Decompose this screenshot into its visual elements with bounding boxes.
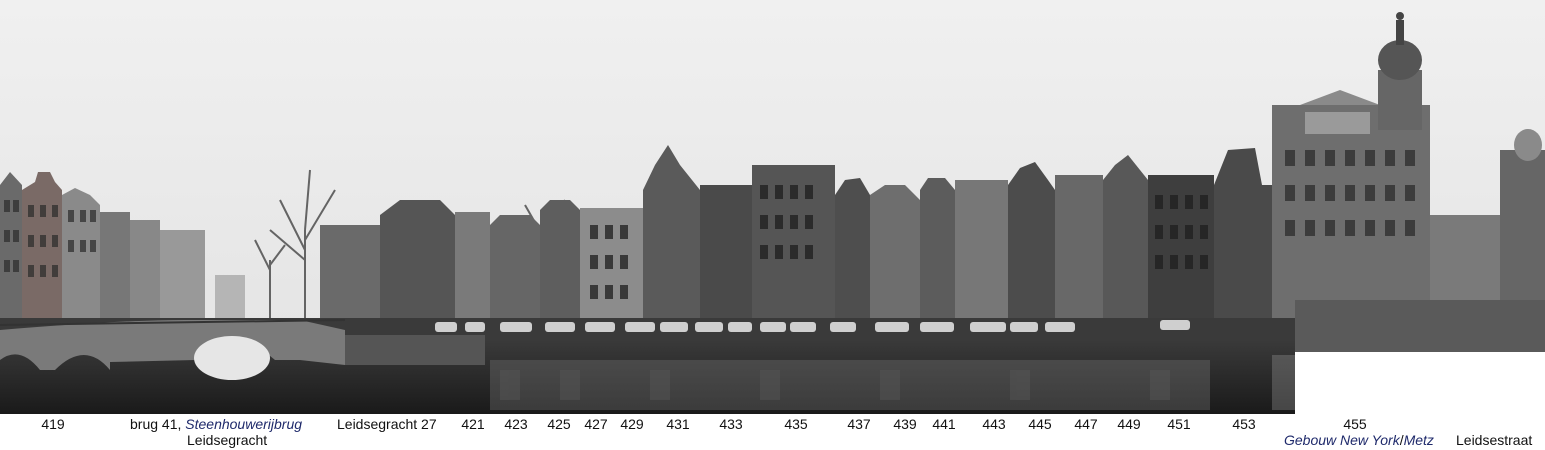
house-number-433: 433 [719,416,743,432]
building-name-label: Gebouw New York/Metz [1284,432,1434,448]
leidsegracht-label: Leidsegracht [187,432,268,448]
bridge-name-link[interactable]: Steenhouwerijbrug [185,416,302,432]
canal-panorama-photo [0,0,1545,414]
house-number-421: 421 [461,416,485,432]
gebouw-new-york-link[interactable]: Gebouw New York [1284,432,1400,448]
house-number-423: 423 [504,416,528,432]
house-number-431: 431 [666,416,690,432]
bridge-prefix: brug 41, [130,416,186,432]
house-number-451: 451 [1167,416,1191,432]
house-number-435: 435 [784,416,808,432]
house-number-455: 455 [1343,416,1367,432]
house-number-445: 445 [1028,416,1052,432]
bridge-label: brug 41, Steenhouwerijbrug [130,416,302,432]
house-number-453: 453 [1232,416,1256,432]
metz-link[interactable]: Metz [1404,432,1434,448]
house-number-425: 425 [547,416,571,432]
house-number-449: 449 [1117,416,1141,432]
house-number-419: 419 [41,416,65,432]
leidsestraat-label: Leidsestraat [1456,432,1533,448]
house-number-441: 441 [932,416,956,432]
house-number-443: 443 [982,416,1006,432]
house-number-427: 427 [584,416,608,432]
leidsegracht-27-label: Leidsegracht 27 [337,416,437,432]
house-number-437: 437 [847,416,871,432]
house-number-447: 447 [1074,416,1098,432]
house-number-439: 439 [893,416,917,432]
house-number-429: 429 [620,416,644,432]
